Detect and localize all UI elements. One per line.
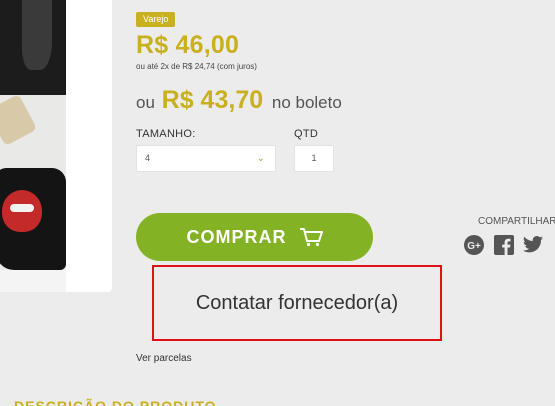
size-selected-value: 4: [145, 153, 151, 163]
contact-supplier-button[interactable]: Contatar fornecedor(a): [152, 265, 442, 341]
size-select[interactable]: 4 ⌄: [136, 145, 276, 172]
qty-input[interactable]: 1: [294, 145, 334, 172]
boleto-price-line: ou R$ 43,70 no boleto: [136, 86, 342, 115]
installments-text: ou até 2x de R$ 24,74 (com juros): [136, 62, 257, 71]
cart-icon: [299, 227, 323, 247]
product-image-card: [0, 0, 112, 292]
twitter-icon[interactable]: [522, 234, 544, 256]
buy-button[interactable]: COMPRAR: [136, 213, 373, 261]
qty-label: QTD: [294, 128, 319, 140]
product-price: R$ 46,00: [136, 31, 240, 59]
boleto-price: R$ 43,70: [161, 86, 264, 114]
buy-button-label: COMPRAR: [186, 226, 287, 247]
retail-badge: Varejo: [136, 12, 176, 27]
chevron-down-icon: ⌄: [256, 153, 265, 164]
share-label: COMPARTILHAR: [478, 216, 555, 227]
contact-supplier-label: Contatar fornecedor(a): [195, 291, 399, 314]
product-description-heading: DESCRIÇÃO DO PRODUTO: [14, 398, 217, 406]
boleto-prefix: ou: [136, 93, 155, 112]
see-installments-link[interactable]: Ver parcelas: [136, 353, 192, 364]
product-photo[interactable]: [0, 0, 66, 292]
size-label: TAMANHO:: [136, 128, 196, 140]
boleto-suffix: no boleto: [271, 93, 342, 112]
svg-text:G+: G+: [467, 241, 481, 252]
facebook-icon[interactable]: [493, 234, 515, 256]
google-plus-icon[interactable]: G+: [463, 234, 485, 256]
